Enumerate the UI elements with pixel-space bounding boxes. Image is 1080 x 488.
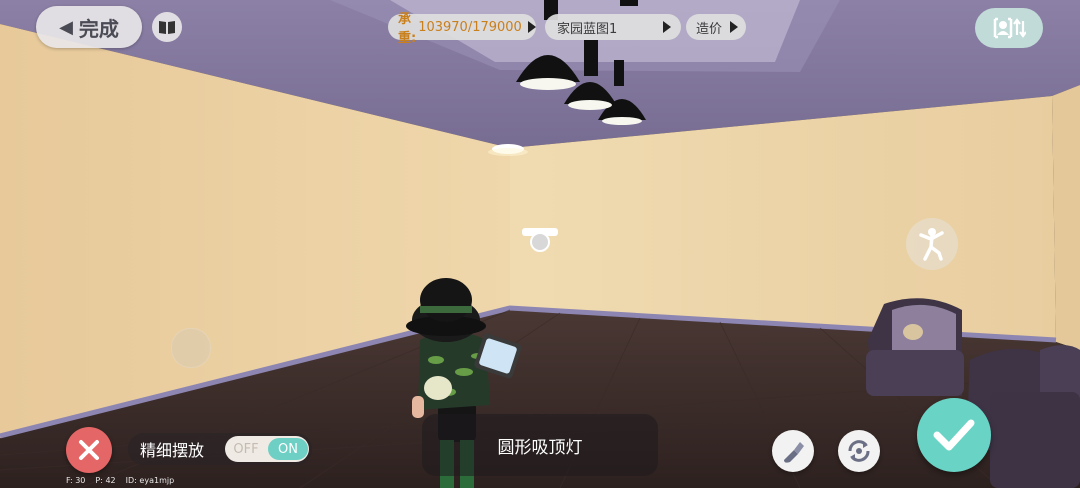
rotate-icon bbox=[848, 440, 870, 462]
cost-label: 造价 bbox=[696, 21, 723, 37]
toggle-on-label: ON bbox=[268, 438, 308, 460]
paint-button[interactable] bbox=[772, 430, 814, 472]
confirm-button[interactable] bbox=[917, 398, 991, 472]
movement-joystick[interactable] bbox=[171, 328, 211, 368]
fps-stat: F: 30 bbox=[66, 476, 86, 485]
player-id: ID: eya1mjp bbox=[125, 476, 175, 485]
person-swap-icon bbox=[993, 17, 1026, 39]
capacity-value: 103970/179000 bbox=[418, 19, 522, 35]
cancel-button[interactable] bbox=[66, 427, 112, 473]
cost-button[interactable]: 造价 bbox=[686, 14, 746, 40]
selected-item-name: 圆形吸顶灯 bbox=[497, 437, 583, 458]
brush-icon bbox=[784, 442, 804, 463]
done-button[interactable]: ◀ 完成 bbox=[36, 6, 142, 48]
book-icon bbox=[159, 21, 175, 34]
fine-placement-panel: 精细摆放 OFF ON bbox=[128, 433, 312, 465]
triangle-right-icon bbox=[730, 21, 738, 33]
capacity-indicator: 承重: 103970/179000 bbox=[388, 12, 536, 46]
pose-button[interactable] bbox=[906, 218, 958, 270]
check-icon bbox=[933, 419, 975, 451]
ping-stat: P: 42 bbox=[95, 476, 116, 485]
capacity-label: 承重: bbox=[398, 12, 417, 46]
fine-placement-label: 精细摆放 bbox=[140, 441, 205, 460]
blueprint-selector[interactable]: 家园蓝图1 bbox=[545, 14, 681, 40]
blueprint-label: 家园蓝图1 bbox=[557, 21, 618, 37]
pose-icon bbox=[919, 228, 944, 261]
triangle-right-icon bbox=[663, 21, 671, 33]
fine-placement-toggle[interactable]: OFF ON bbox=[225, 436, 309, 462]
catalog-button[interactable] bbox=[152, 12, 182, 42]
selected-item-panel: 圆形吸顶灯 bbox=[422, 414, 658, 476]
toggle-off-label: OFF bbox=[233, 441, 259, 457]
close-icon bbox=[79, 440, 99, 460]
chevron-left-icon: ◀ bbox=[59, 16, 73, 38]
done-label: 完成 bbox=[78, 16, 119, 41]
rotate-button[interactable] bbox=[838, 430, 880, 472]
debug-stats: F: 30 P: 42 ID: eya1mjp bbox=[66, 476, 174, 485]
triangle-right-icon bbox=[527, 21, 536, 33]
swap-view-button[interactable] bbox=[975, 8, 1043, 48]
